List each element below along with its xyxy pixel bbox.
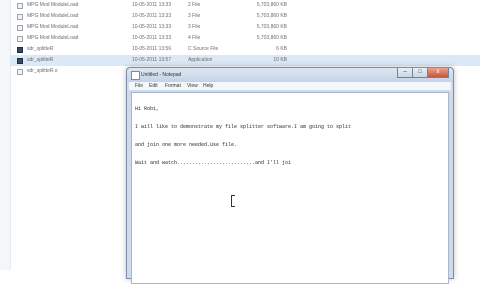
file-name: MPG Mod ModuleLoad <box>27 2 79 8</box>
file-name: sdr_splitteR <box>27 57 54 63</box>
text-cursor-icon <box>231 195 235 207</box>
file-size: 5,703,860 KB <box>256 35 287 41</box>
menu-edit[interactable]: Edit <box>149 82 158 90</box>
menu-help[interactable]: Help <box>203 82 213 90</box>
menu-bar: File Edit Format View Help <box>129 82 451 90</box>
file-type: C Source File <box>188 46 219 52</box>
menu-format[interactable]: Format <box>165 82 181 90</box>
document-text: Hi Robi, I will like to demonstrate my f… <box>135 94 435 178</box>
file-size: 10 KB <box>273 57 287 63</box>
file-type: 2 File <box>188 2 201 8</box>
file-row[interactable]: sdr_splitteR 10-05-2011 13:56 C Source F… <box>10 44 480 55</box>
file-name: MPG Mod ModuleLoad <box>27 35 79 41</box>
title-bar[interactable]: Untitled - Notepad – □ x <box>127 68 453 82</box>
file-row-selected[interactable]: sdr_splitteR 10-05-2011 13:57 Applicatio… <box>10 55 480 66</box>
file-list: MPG Mod ModuleLoad 10-05-2011 13:33 2 Fi… <box>10 0 480 77</box>
file-name: sdr_splitteR <box>27 46 54 52</box>
file-name: MPG Mod ModuleLoad <box>27 24 79 30</box>
close-button[interactable]: x <box>427 68 449 78</box>
document-icon <box>17 3 23 9</box>
file-row[interactable]: MPG Mod ModuleLoad 10-05-2011 13:33 3 Fi… <box>10 22 480 33</box>
text-editor-area[interactable]: Hi Robi, I will like to demonstrate my f… <box>131 92 449 284</box>
file-size: 6 KB <box>276 46 287 52</box>
menu-file[interactable]: File <box>135 82 143 90</box>
menu-view[interactable]: View <box>187 82 198 90</box>
document-icon <box>17 14 23 20</box>
maximize-button[interactable]: □ <box>412 68 428 78</box>
file-row[interactable]: MPG Mod ModuleLoad 10-05-2011 13:33 3 Fi… <box>10 11 480 22</box>
file-date: 10-05-2011 13:33 <box>132 13 172 19</box>
file-name: MPG Mod ModuleLoad <box>27 13 79 19</box>
text-line: Wait and watch..........................… <box>135 160 292 166</box>
text-line: I will like to demonstrate my file split… <box>135 124 352 130</box>
document-icon <box>17 25 23 31</box>
file-date: 10-05-2011 13:57 <box>132 57 172 63</box>
file-type: 3 File <box>188 24 201 30</box>
document-icon <box>17 69 23 75</box>
notepad-icon <box>131 71 140 80</box>
window-title: Untitled - Notepad <box>141 72 182 78</box>
file-name: sdr_splitteR.o <box>27 68 58 74</box>
file-row[interactable]: MPG Mod ModuleLoad 10-05-2011 13:33 4 Fi… <box>10 33 480 44</box>
document-icon <box>17 36 23 42</box>
window-controls: – □ x <box>389 68 449 78</box>
notepad-window[interactable]: Untitled - Notepad – □ x File Edit Forma… <box>126 67 454 284</box>
text-line: Hi Robi, <box>135 106 160 112</box>
file-type: 4 File <box>188 35 201 41</box>
text-line: and join one more needed.Use file. <box>135 142 238 148</box>
file-type: 3 File <box>188 13 201 19</box>
file-row[interactable]: MPG Mod ModuleLoad 10-05-2011 13:33 2 Fi… <box>10 0 480 11</box>
file-date: 10-05-2011 13:33 <box>132 2 172 8</box>
file-size: 5,703,860 KB <box>256 13 287 19</box>
file-date: 10-05-2011 13:33 <box>132 24 172 30</box>
executable-icon <box>17 58 23 64</box>
file-date: 10-05-2011 13:33 <box>132 35 172 41</box>
file-size: 5,703,860 KB <box>256 2 287 8</box>
file-date: 10-05-2011 13:56 <box>132 46 172 52</box>
file-size: 5,703,860 KB <box>256 24 287 30</box>
minimize-button[interactable]: – <box>397 68 413 78</box>
file-type: Application <box>188 57 213 63</box>
executable-icon <box>17 47 23 53</box>
